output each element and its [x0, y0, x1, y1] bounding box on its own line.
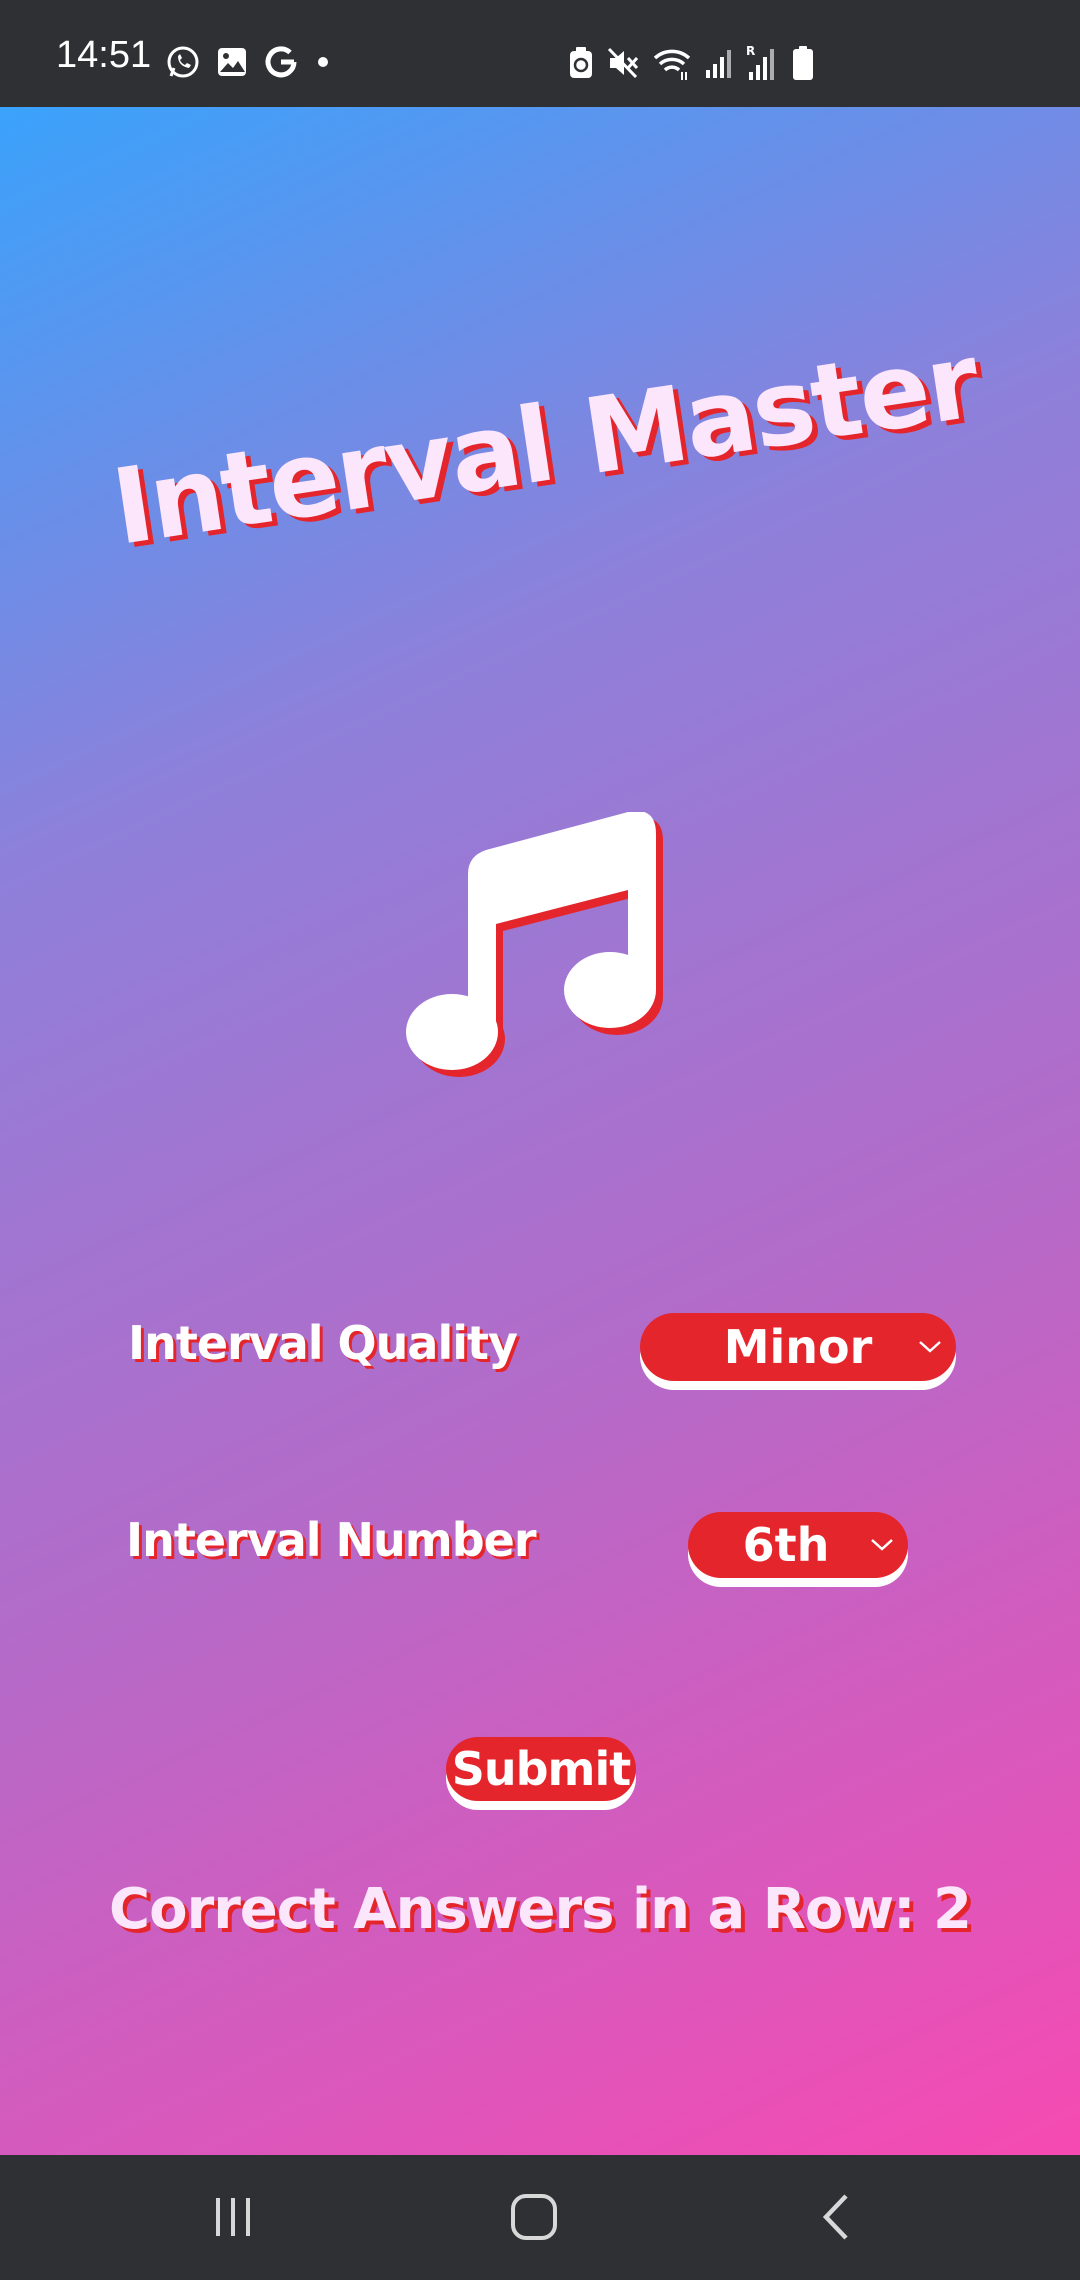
- navigation-bar: [0, 2155, 1080, 2280]
- gallery-icon: [215, 45, 249, 79]
- recent-apps-icon: [216, 2198, 250, 2236]
- interval-quality-select[interactable]: Minor: [640, 1313, 956, 1381]
- roaming-signal-icon: R: [746, 44, 780, 82]
- mute-icon: [606, 46, 640, 80]
- more-notifications-dot-icon: [313, 52, 333, 72]
- correct-streak-text: Correct Answers in a Row: 2: [109, 1877, 972, 1942]
- google-icon: [263, 44, 299, 80]
- app-screen: Interval Master Interval Quality Minor I…: [0, 107, 1080, 2155]
- interval-number-value: 6th: [742, 1518, 830, 1572]
- interval-number-label: Interval Number: [126, 1513, 537, 1567]
- back-icon: [822, 2194, 848, 2240]
- battery-saver-icon: [568, 46, 594, 80]
- interval-number-select[interactable]: 6th: [688, 1512, 908, 1578]
- system-icons: R: [568, 44, 814, 82]
- whatsapp-icon: [165, 44, 201, 80]
- submit-button[interactable]: Submit: [446, 1737, 636, 1801]
- interval-quality-label: Interval Quality: [128, 1316, 518, 1370]
- chevron-down-icon: [919, 1341, 941, 1353]
- battery-icon: [792, 45, 814, 81]
- music-note-icon: [406, 812, 663, 1077]
- interval-quality-value: Minor: [723, 1320, 873, 1374]
- status-time: 14:51: [56, 34, 152, 76]
- back-button[interactable]: [796, 2185, 876, 2249]
- status-bar: 14:51 R: [0, 0, 1080, 107]
- wifi-icon: [652, 46, 692, 80]
- recent-apps-button[interactable]: [193, 2185, 273, 2249]
- home-icon: [511, 2194, 557, 2240]
- app-title: Interval Master: [105, 319, 985, 569]
- signal-icon: [704, 46, 734, 80]
- home-button[interactable]: [494, 2185, 574, 2249]
- svg-text:R: R: [746, 44, 755, 58]
- chevron-down-icon: [871, 1539, 893, 1551]
- notification-icons: [165, 44, 333, 80]
